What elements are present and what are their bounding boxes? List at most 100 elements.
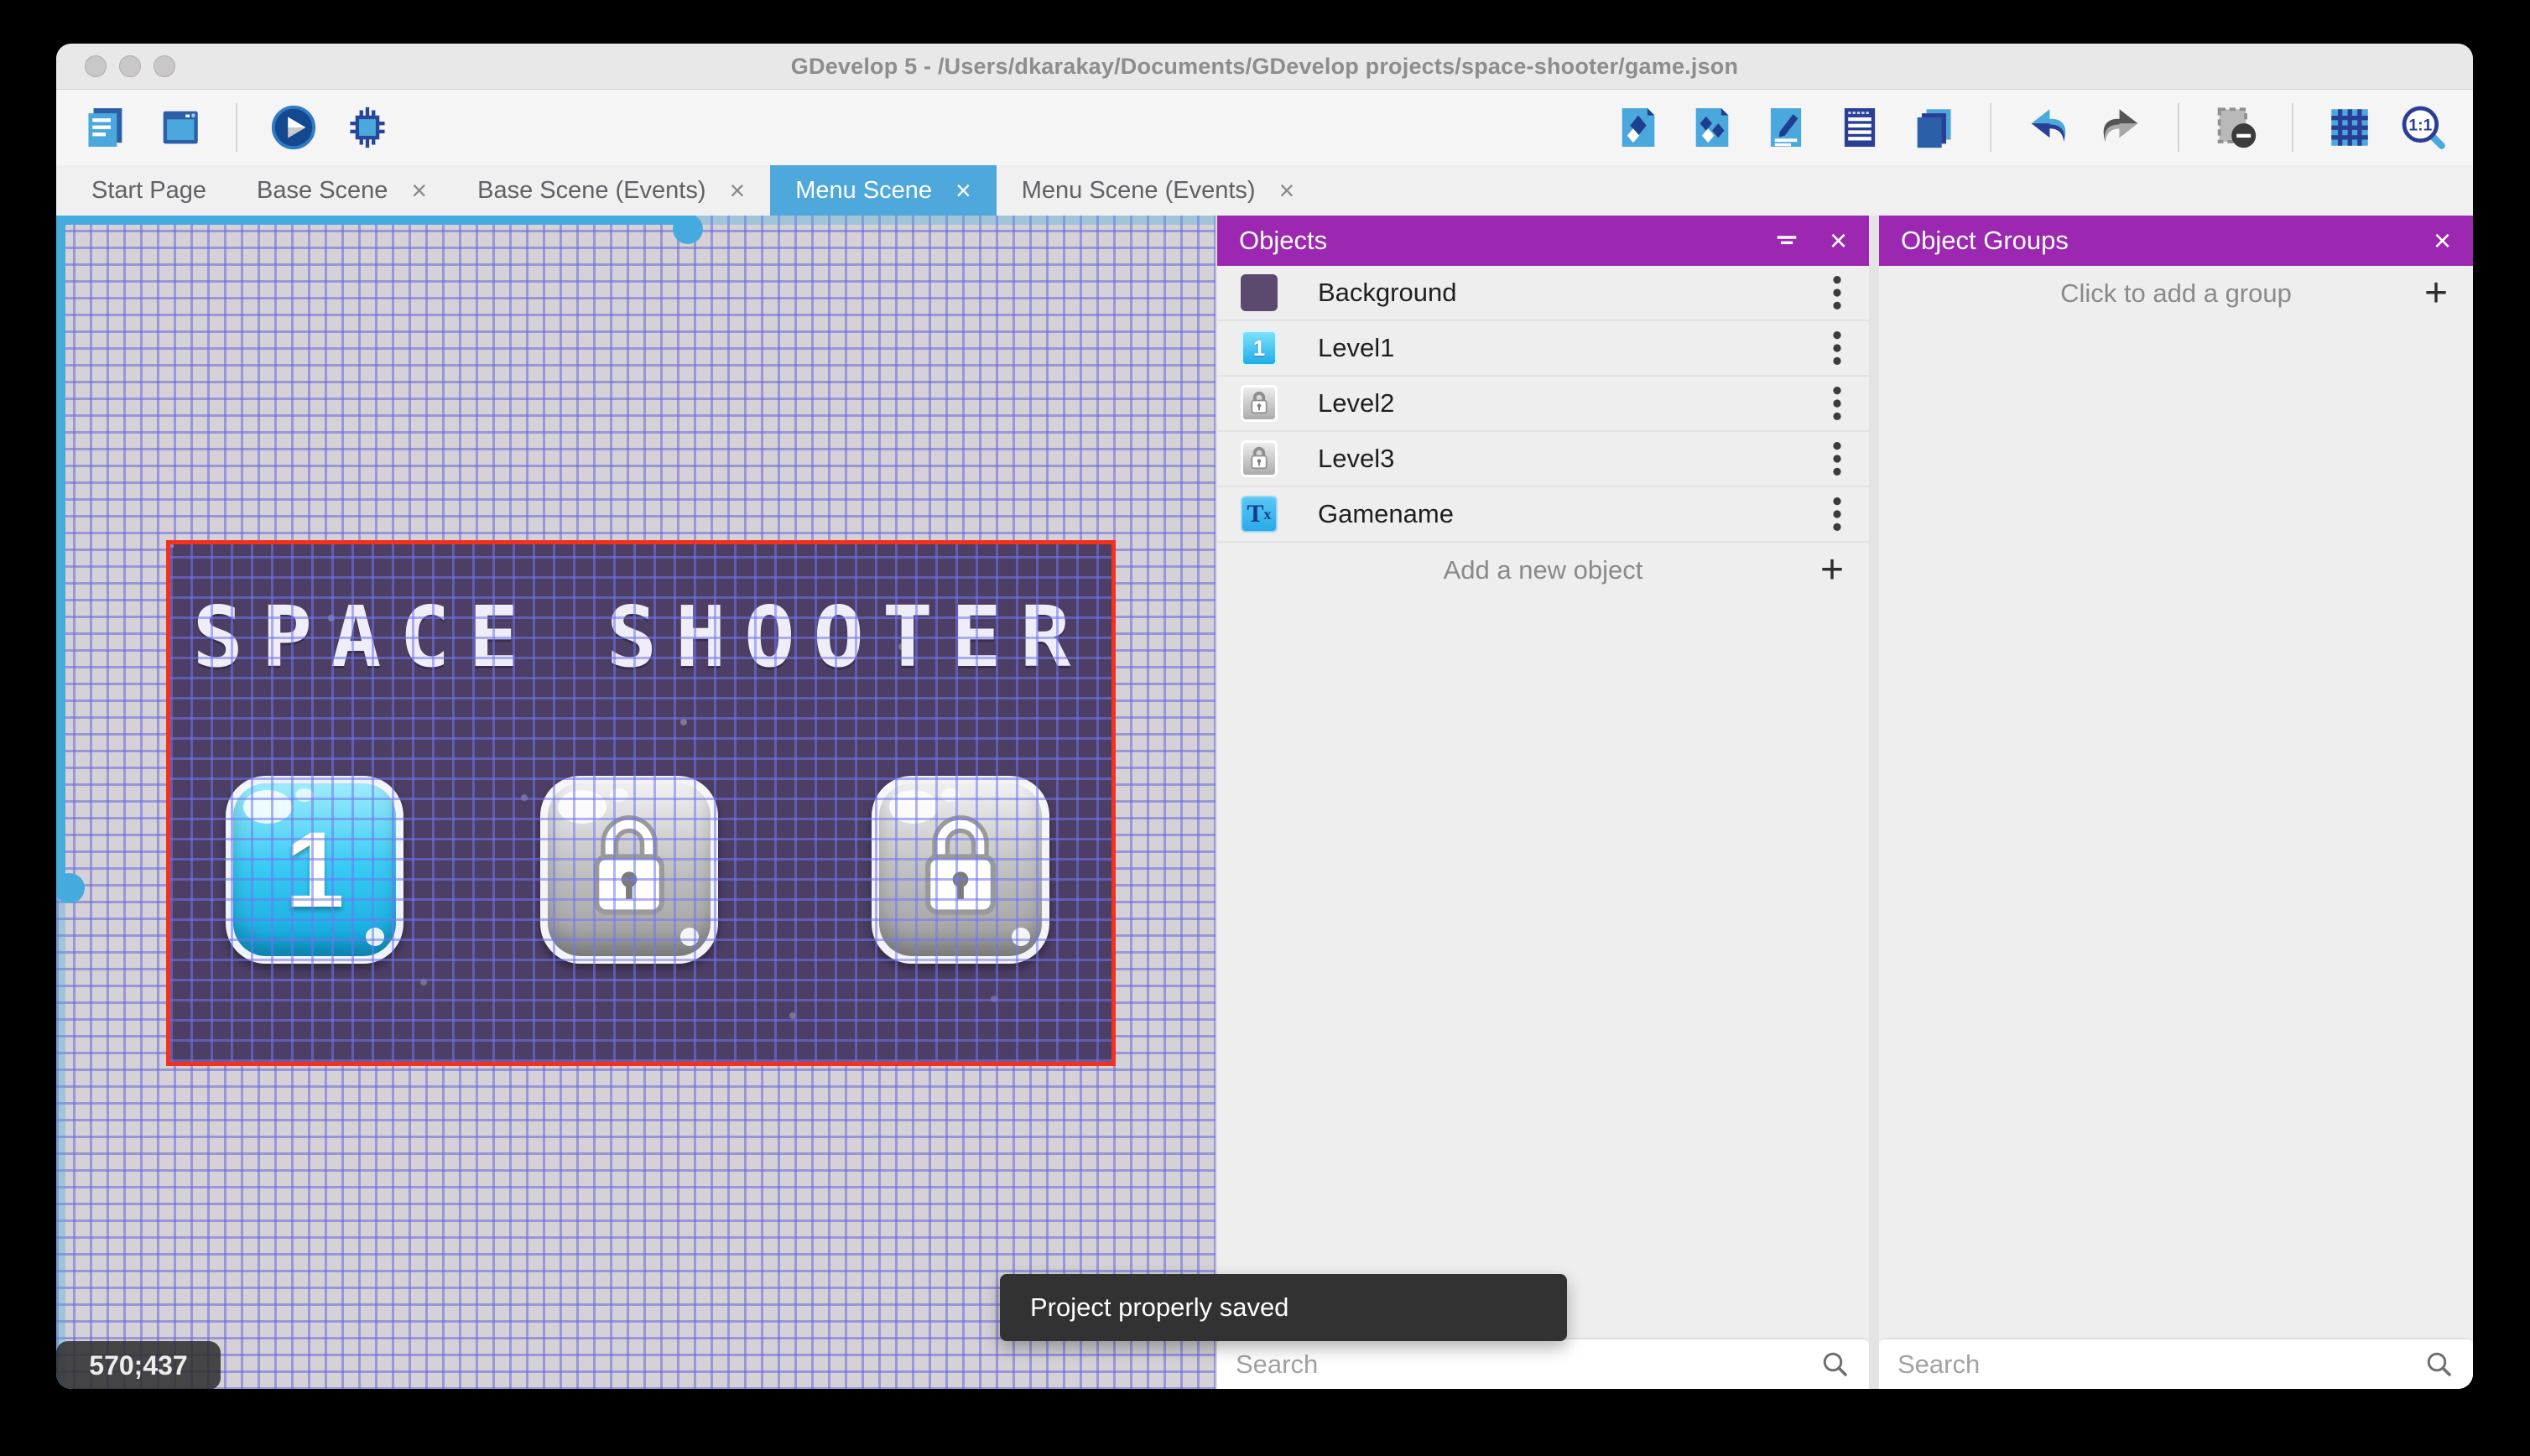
- object-name: Background: [1318, 278, 1457, 307]
- tab-base-scene[interactable]: Base Scene ×: [232, 165, 452, 216]
- tab-menu-scene-events[interactable]: Menu Scene (Events) ×: [997, 165, 1320, 216]
- debugger-button[interactable]: [343, 103, 392, 152]
- close-objects-panel-button[interactable]: ×: [1830, 226, 1847, 256]
- close-window-button[interactable]: [85, 55, 107, 77]
- horizontal-scrollbar-track[interactable]: [688, 216, 1216, 225]
- level-number: 1: [284, 809, 345, 930]
- gdevelop-window: GDevelop 5 - /Users/dkarakay/Documents/G…: [56, 44, 2473, 1389]
- object-row-level1[interactable]: 1 Level1: [1217, 321, 1869, 377]
- open-properties-panel-button[interactable]: [1762, 103, 1810, 152]
- undo-icon: [2031, 109, 2066, 142]
- object-name: Gamename: [1318, 499, 1454, 528]
- project-manager-button[interactable]: [81, 103, 130, 152]
- toggle-grid-button[interactable]: [2325, 103, 2374, 152]
- object-groups-panel-header: Object Groups ×: [1879, 216, 2473, 266]
- object-name: Level2: [1318, 388, 1395, 418]
- open-instances-list-button[interactable]: [1835, 103, 1884, 152]
- open-scene-button[interactable]: [155, 103, 204, 152]
- gamename-thumbnail: Tx: [1241, 496, 1278, 533]
- tab-base-scene-events[interactable]: Base Scene (Events) ×: [452, 165, 770, 216]
- objects-panel-icon: [1622, 108, 1655, 147]
- open-object-groups-panel-button[interactable]: [1688, 103, 1736, 152]
- game-title-text[interactable]: SPACE SHOOTER: [170, 588, 1111, 686]
- object-row-level3[interactable]: Level3: [1217, 432, 1869, 487]
- object-row-gamename[interactable]: Tx Gamename: [1217, 487, 1869, 543]
- horizontal-scroll-thumb[interactable]: [673, 216, 703, 244]
- project-manager-icon: [88, 108, 122, 147]
- debug-chip-icon: [350, 107, 385, 148]
- traffic-lights: [85, 55, 175, 77]
- level1-thumbnail: 1: [1241, 330, 1278, 367]
- toolbar-divider: [1990, 103, 1991, 152]
- scene-window-icon: [163, 111, 198, 144]
- panel-divider[interactable]: [1869, 216, 1879, 1389]
- minimize-window-button[interactable]: [119, 55, 141, 77]
- redo-icon: [2103, 109, 2138, 142]
- editor-content: SPACE SHOOTER 1 570;437 Objects × Backgr…: [56, 216, 2473, 1389]
- remove-instances-icon: [2217, 107, 2257, 148]
- level2-thumbnail: [1241, 385, 1278, 422]
- object-row-level2[interactable]: Level2: [1217, 377, 1869, 432]
- open-objects-panel-button[interactable]: [1614, 103, 1663, 152]
- padlock-icon: [879, 783, 1042, 956]
- level3-button-instance[interactable]: [872, 776, 1049, 964]
- close-tab-icon[interactable]: ×: [1279, 177, 1295, 204]
- editor-tabbar: Start Page Base Scene × Base Scene (Even…: [56, 165, 2473, 216]
- close-tab-icon[interactable]: ×: [730, 177, 746, 204]
- window-title: GDevelop 5 - /Users/dkarakay/Documents/G…: [790, 53, 1739, 79]
- groups-search-bar: [1879, 1338, 2473, 1389]
- object-menu-button[interactable]: [1819, 269, 1856, 316]
- add-object-row[interactable]: Add a new object +: [1217, 543, 1869, 598]
- scene-canvas[interactable]: SPACE SHOOTER 1 570;437: [56, 216, 1216, 1389]
- vertical-scrollbar[interactable]: [56, 216, 65, 888]
- groups-search-input[interactable]: [1879, 1339, 2473, 1389]
- object-menu-button[interactable]: [1819, 435, 1856, 482]
- add-icon[interactable]: +: [2424, 273, 2448, 314]
- svg-text:1:1: 1:1: [2408, 117, 2432, 134]
- background-instance-selected[interactable]: SPACE SHOOTER 1: [166, 540, 1116, 1066]
- close-tab-icon[interactable]: ×: [411, 177, 427, 204]
- filter-objects-button[interactable]: [1773, 226, 1801, 255]
- level1-button-instance[interactable]: 1: [226, 776, 403, 964]
- objects-search-bar: [1217, 1338, 1869, 1389]
- redo-button[interactable]: [2097, 103, 2146, 152]
- close-tab-icon[interactable]: ×: [955, 177, 971, 204]
- objects-panel-title: Objects: [1239, 226, 1328, 255]
- cursor-coordinates: 570;437: [56, 1341, 221, 1389]
- background-thumbnail: [1241, 274, 1278, 311]
- tab-start-page[interactable]: Start Page: [66, 165, 232, 216]
- close-object-groups-panel-button[interactable]: ×: [2434, 226, 2451, 256]
- toolbar-divider: [2292, 103, 2293, 152]
- undo-button[interactable]: [2023, 103, 2072, 152]
- tab-label: Base Scene: [257, 176, 388, 204]
- preview-play-button[interactable]: [269, 103, 318, 152]
- properties-panel-icon: [1770, 108, 1802, 147]
- open-layers-panel-button[interactable]: [1909, 103, 1958, 152]
- objects-search-input[interactable]: [1217, 1339, 1869, 1389]
- horizontal-scrollbar[interactable]: [56, 216, 688, 225]
- zoom-1-1-button[interactable]: 1:1: [2399, 103, 2448, 152]
- add-object-label: Add a new object: [1443, 555, 1643, 585]
- desktop-background: GDevelop 5 - /Users/dkarakay/Documents/G…: [0, 0, 2530, 1456]
- toolbar-divider: [2178, 103, 2179, 152]
- tab-menu-scene[interactable]: Menu Scene ×: [770, 165, 997, 216]
- add-group-row[interactable]: Click to add a group +: [1879, 266, 2473, 321]
- object-menu-button[interactable]: [1819, 491, 1856, 538]
- tab-label: Menu Scene: [795, 176, 933, 204]
- search-icon: [2424, 1349, 2455, 1384]
- remove-instances-button[interactable]: [2211, 103, 2260, 152]
- search-icon: [1820, 1349, 1851, 1384]
- object-menu-button[interactable]: [1819, 325, 1856, 372]
- vertical-scroll-thumb[interactable]: [56, 873, 85, 903]
- toolbar-right-group: 1:1: [1614, 103, 2448, 152]
- zoom-1-1-icon: 1:1: [2402, 106, 2445, 149]
- zoom-window-button[interactable]: [154, 55, 175, 77]
- vertical-scrollbar-track[interactable]: [56, 888, 65, 1389]
- object-menu-button[interactable]: [1819, 380, 1856, 427]
- level2-button-instance[interactable]: [540, 776, 718, 964]
- toast-message: Project properly saved: [1030, 1292, 1289, 1322]
- object-row-background[interactable]: Background: [1217, 266, 1869, 321]
- add-icon[interactable]: +: [1820, 550, 1844, 590]
- tab-label: Menu Scene (Events): [1021, 176, 1256, 204]
- object-groups-panel-title: Object Groups: [1901, 226, 2069, 255]
